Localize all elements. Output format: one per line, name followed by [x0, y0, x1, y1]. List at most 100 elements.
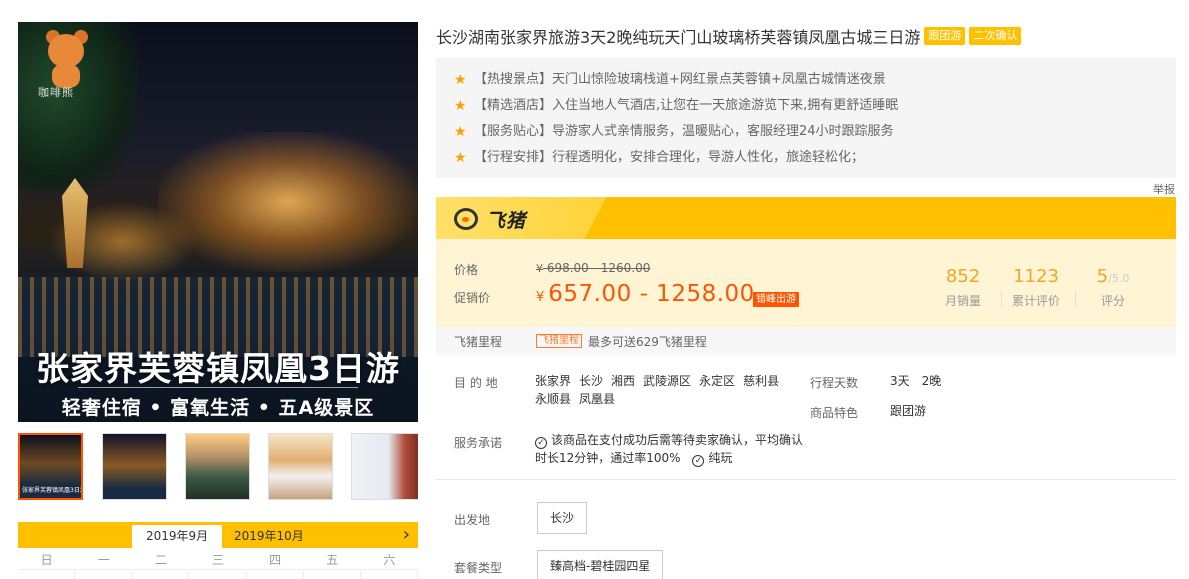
mileage-badge: 飞猪里程	[536, 334, 582, 348]
original-price: ¥ 698.00 - 1260.00	[536, 261, 650, 275]
service-promise: ✓ 该商品在支付成功后需等待卖家确认，平均确认时长12分钟，通过率100% ✓ 纯玩	[535, 431, 805, 467]
calendar-cell[interactable]	[18, 571, 76, 579]
feature-label: 商品特色	[810, 406, 859, 420]
stat-value: 852	[945, 266, 981, 287]
currency-symbol: ¥	[536, 262, 543, 275]
product-title: 长沙湖南张家界旅游3天2晚纯玩天门山玻璃桥芙蓉镇凤凰古城三日游	[436, 28, 921, 47]
departure-label: 出发地	[454, 513, 491, 527]
check-circle-icon: ✓	[535, 437, 547, 449]
stat-value: 5	[1096, 266, 1109, 287]
thumbnail-strip: 张家界芙蓉镇凤凰3日游	[18, 433, 418, 501]
package-label: 套餐类型	[454, 561, 503, 575]
calendar-cell[interactable]	[75, 571, 133, 579]
highlight-item: ★ 【服务贴心】导游家人式亲情服务，温暖贴心，客服经理24小时跟踪服务	[454, 119, 1176, 145]
thumbnail-hotel-room[interactable]	[268, 433, 333, 500]
service-label: 服务承诺	[454, 436, 503, 450]
destination-item: 长沙	[579, 374, 604, 388]
image-subtitle: 轻奢住宿 • 富氧生活 • 五A级景区	[61, 397, 375, 419]
service-text-pure: 纯玩	[708, 451, 733, 465]
calendar-cell[interactable]	[132, 571, 190, 579]
destination-item: 武陵源区	[643, 374, 692, 388]
service-text: 该商品在支付成功后需等待卖家确认，平均确认时长12分钟，通过率100%	[535, 433, 804, 465]
calendar-cell[interactable]	[189, 571, 247, 579]
thumbnail-mountain-sunrise[interactable]	[185, 433, 250, 500]
offpeak-badge: 错峰出游	[753, 292, 799, 307]
tab-month-october[interactable]: 2019年10月	[220, 525, 318, 548]
calendar-grid	[18, 571, 418, 579]
stat-label: 评分	[1100, 294, 1125, 308]
star-icon: ★	[454, 150, 467, 166]
stat-total-reviews[interactable]: 1123 累计评价	[1001, 266, 1071, 309]
weekday-sun: 日	[40, 553, 53, 567]
mileage-text: 最多可送629飞猪里程	[588, 334, 707, 349]
tag-second-confirm: 二次确认	[969, 27, 1022, 45]
price-label: 价格	[454, 263, 479, 277]
chevron-right-icon[interactable]: ›	[403, 524, 410, 546]
thumbnail-promo-banner[interactable]	[351, 433, 418, 500]
thumbnail-phoenix-night-2[interactable]	[102, 433, 167, 500]
stat-suffix: /5.0	[1108, 272, 1130, 285]
calendar-month-bar: 2019年9月 2019年10月 ›	[18, 522, 418, 548]
weekday-thu: 四	[269, 553, 282, 567]
thumbnail-caption: 张家界芙蓉镇凤凰3日游	[22, 487, 83, 494]
highlight-item: ★ 【热搜景点】天门山惊险玻璃栈道+网红景点芙蓉镇+凤凰古城情迷夜景	[454, 67, 1176, 93]
weekday-mon: 一	[97, 553, 110, 567]
price-box: 价格 促销价 ¥ 698.00 - 1260.00 ¥ 657.00 - 125…	[436, 239, 1176, 327]
destination-item: 永定区	[699, 374, 736, 388]
promo-price-range: 657.00 - 1258.00	[548, 281, 755, 307]
days-label: 行程天数	[810, 376, 859, 390]
tab-month-september[interactable]: 2019年9月	[132, 525, 223, 548]
destination-list: 张家界 长沙 湘西 武陵源区 永定区 慈利县 永顺县 凤凰县	[535, 372, 805, 408]
destination-item: 慈利县	[743, 374, 780, 388]
feature-value: 跟团游	[890, 404, 927, 418]
highlight-text: 【热搜景点】天门山惊险玻璃栈道+网红景点芙蓉镇+凤凰古城情迷夜景	[474, 72, 886, 87]
image-divider	[78, 387, 358, 388]
departure-option-changsha[interactable]: 长沙	[537, 502, 588, 534]
weekday-fri: 五	[326, 553, 339, 567]
days-value: 3天 2晚	[890, 374, 942, 388]
highlight-text: 【服务贴心】导游家人式亲情服务，温暖贴心，客服经理24小时跟踪服务	[474, 124, 894, 139]
stat-monthly-sales: 852 月销量	[928, 266, 998, 309]
highlight-text: 【精选酒店】入住当地人气酒店,让您在一天旅途游览下来,拥有更舒适睡眠	[474, 98, 899, 113]
original-price-range: 698.00 - 1260.00	[546, 261, 651, 275]
fliggy-banner: 飞猪	[436, 197, 1176, 239]
logo-text: 咖啡熊	[38, 86, 74, 99]
weekday-tue: 二	[154, 553, 167, 567]
star-icon: ★	[454, 98, 467, 114]
stat-label: 月销量	[944, 294, 981, 308]
highlight-item: ★ 【行程安排】行程透明化，安排合理化，导游人性化，旅途轻松化；	[454, 145, 1176, 171]
destination-item: 张家界	[535, 374, 572, 388]
main-product-image[interactable]: 咖啡熊 张家界芙蓉镇凤凰3日游 轻奢住宿 • 富氧生活 • 五A级景区	[18, 22, 418, 422]
package-option[interactable]: 臻高档-碧桂园四星	[537, 550, 664, 579]
stat-divider	[1075, 291, 1076, 307]
promo-price: ¥ 657.00 - 1258.00	[536, 281, 755, 307]
weekday-sat: 六	[383, 553, 396, 567]
thumbnail-phoenix-night[interactable]: 张家界芙蓉镇凤凰3日游	[18, 433, 83, 500]
highlight-item: ★ 【精选酒店】入住当地人气酒店,让您在一天旅途游览下来,拥有更舒适睡眠	[454, 93, 1176, 119]
stat-value: 1123	[1013, 266, 1059, 287]
star-icon: ★	[454, 72, 467, 88]
image-title: 张家界芙蓉镇凤凰3日游	[36, 349, 400, 388]
calendar-cell[interactable]	[361, 571, 418, 579]
destination-item: 湘西	[611, 374, 636, 388]
currency-symbol: ¥	[536, 290, 545, 305]
product-title-row: 长沙湖南张家界旅游3天2晚纯玩天门山玻璃桥芙蓉镇凤凰古城三日游 跟团游 二次确认	[436, 24, 1176, 48]
calendar-cell[interactable]	[247, 571, 304, 579]
stat-rating: 5/5.0 评分	[1078, 266, 1148, 309]
banner-stripe	[584, 197, 1176, 239]
check-circle-icon: ✓	[692, 455, 705, 467]
destination-item: 永顺县	[535, 392, 572, 406]
fliggy-brand-name: 飞猪	[486, 209, 527, 232]
section-divider	[436, 479, 1176, 480]
destination-label: 目 的 地	[454, 376, 498, 390]
promo-price-label: 促销价	[454, 291, 491, 305]
mileage-row: 飞猪里程 飞猪里程 最多可送629飞猪里程	[436, 327, 1176, 355]
calendar-cell[interactable]	[304, 571, 361, 579]
highlight-text: 【行程安排】行程透明化，安排合理化，导游人性化，旅途轻松化；	[474, 150, 865, 165]
tag-group-tour: 跟团游	[924, 27, 966, 45]
fliggy-logo: 飞猪	[454, 207, 527, 232]
weekday-wed: 三	[211, 553, 224, 567]
calendar-weekday-header: 日 一 二 三 四 五 六	[18, 550, 418, 570]
highlights-box: ★ 【热搜景点】天门山惊险玻璃栈道+网红景点芙蓉镇+凤凰古城情迷夜景 ★ 【精选…	[436, 58, 1176, 178]
report-link[interactable]: 举报	[1153, 181, 1175, 197]
